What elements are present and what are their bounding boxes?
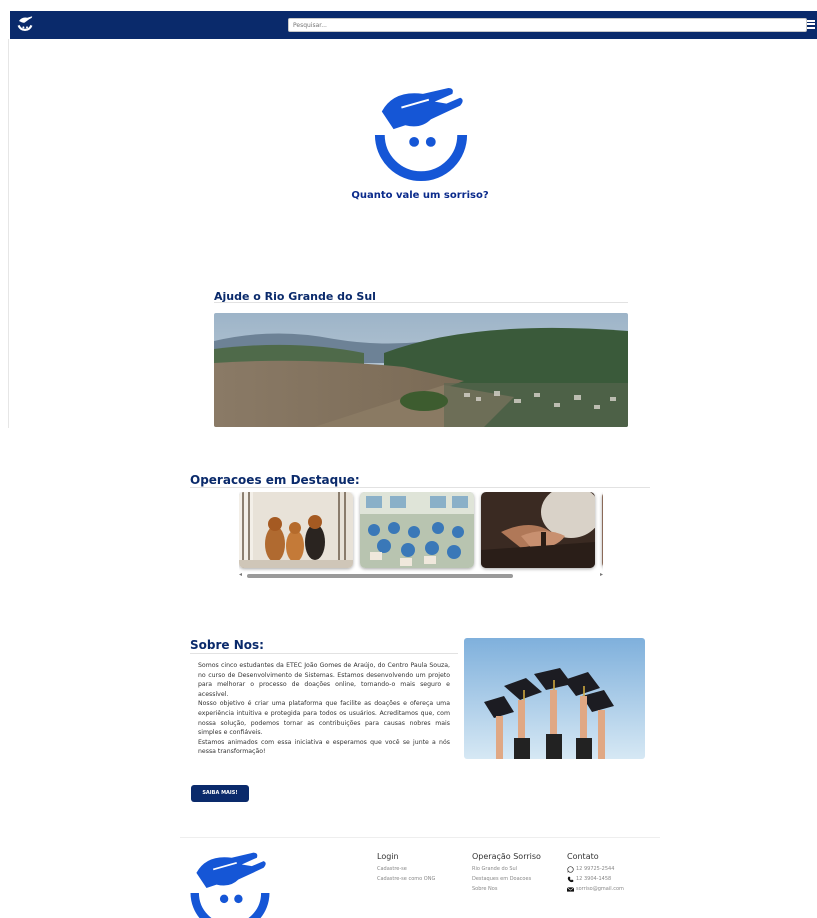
- divider: [190, 653, 458, 654]
- scroll-right-icon[interactable]: ▸: [600, 572, 603, 578]
- graduation-image: [464, 638, 645, 759]
- footer-link-rio-grande[interactable]: Rio Grande do Sul: [472, 864, 541, 874]
- email-address: sorriso@gmail.com: [576, 886, 624, 892]
- tagline: Quanto vale um sorriso?: [351, 190, 489, 201]
- phone-number: 12 3904-1458: [576, 876, 612, 882]
- about-paragraph: Nosso objetivo é criar uma plataforma qu…: [198, 700, 450, 737]
- contact-phone[interactable]: 12 3904-1458: [567, 874, 624, 884]
- search-input[interactable]: [288, 18, 807, 32]
- operations-carousel[interactable]: ◂ ▸: [239, 492, 603, 578]
- footer-heading: Login: [377, 852, 399, 861]
- footer-heading: Contato: [567, 852, 599, 861]
- footer-heading: Operação Sorriso: [472, 852, 541, 861]
- divider: [214, 302, 628, 303]
- hamburger-menu-icon[interactable]: [807, 18, 815, 32]
- carousel-scrollbar[interactable]: ◂ ▸: [239, 572, 603, 578]
- footer-link-destaques[interactable]: Destaques em Doacoes: [472, 874, 541, 884]
- footer-link-cadastre-ong[interactable]: Cadastre-se como ONG: [377, 874, 435, 884]
- top-navbar: [10, 11, 817, 39]
- section-title-sobre: Sobre Nos:: [190, 638, 264, 652]
- mail-icon: [567, 886, 574, 892]
- footer-link-cadastre[interactable]: Cadastre-se: [377, 864, 435, 874]
- footer-col-operacao: Operação Sorriso Rio Grande do Sul Desta…: [472, 852, 541, 894]
- section-title-operacoes: Operacoes em Destaque:: [190, 473, 360, 487]
- divider: [190, 487, 650, 488]
- saiba-mais-button[interactable]: SAIBA MAIS!: [191, 785, 249, 802]
- scroll-thumb[interactable]: [247, 574, 513, 578]
- operation-card-dogs[interactable]: [239, 492, 353, 568]
- brand-logo: [374, 87, 468, 181]
- contact-whatsapp[interactable]: 12 99725-2544: [567, 864, 624, 874]
- logo-icon[interactable]: [14, 15, 36, 35]
- phone-icon: [567, 876, 574, 882]
- footer-logo: [188, 851, 272, 918]
- scroll-left-icon[interactable]: ◂: [239, 572, 242, 578]
- operation-card-classroom[interactable]: [360, 492, 474, 568]
- whatsapp-number: 12 99725-2544: [576, 866, 615, 872]
- about-text: Somos cinco estudantes da ETEC João Gome…: [198, 661, 450, 757]
- footer-link-sobre[interactable]: Sobre Nos: [472, 884, 541, 894]
- contact-email[interactable]: sorriso@gmail.com: [567, 884, 624, 894]
- operation-card-partial[interactable]: [602, 492, 603, 568]
- divider: [8, 39, 9, 428]
- about-paragraph: Somos cinco estudantes da ETEC João Gome…: [198, 662, 450, 698]
- footer-col-login: Login Cadastre-se Cadastre-se como ONG: [377, 852, 435, 884]
- about-paragraph: Estamos animados com essa iniciativa e e…: [198, 738, 450, 756]
- footer-col-contato: Contato 12 99725-2544 12 3904-1458 sorri…: [567, 852, 624, 894]
- flood-image[interactable]: [214, 313, 628, 427]
- whatsapp-icon: [567, 865, 574, 873]
- operation-card-elderly[interactable]: [481, 492, 595, 568]
- divider: [180, 837, 660, 838]
